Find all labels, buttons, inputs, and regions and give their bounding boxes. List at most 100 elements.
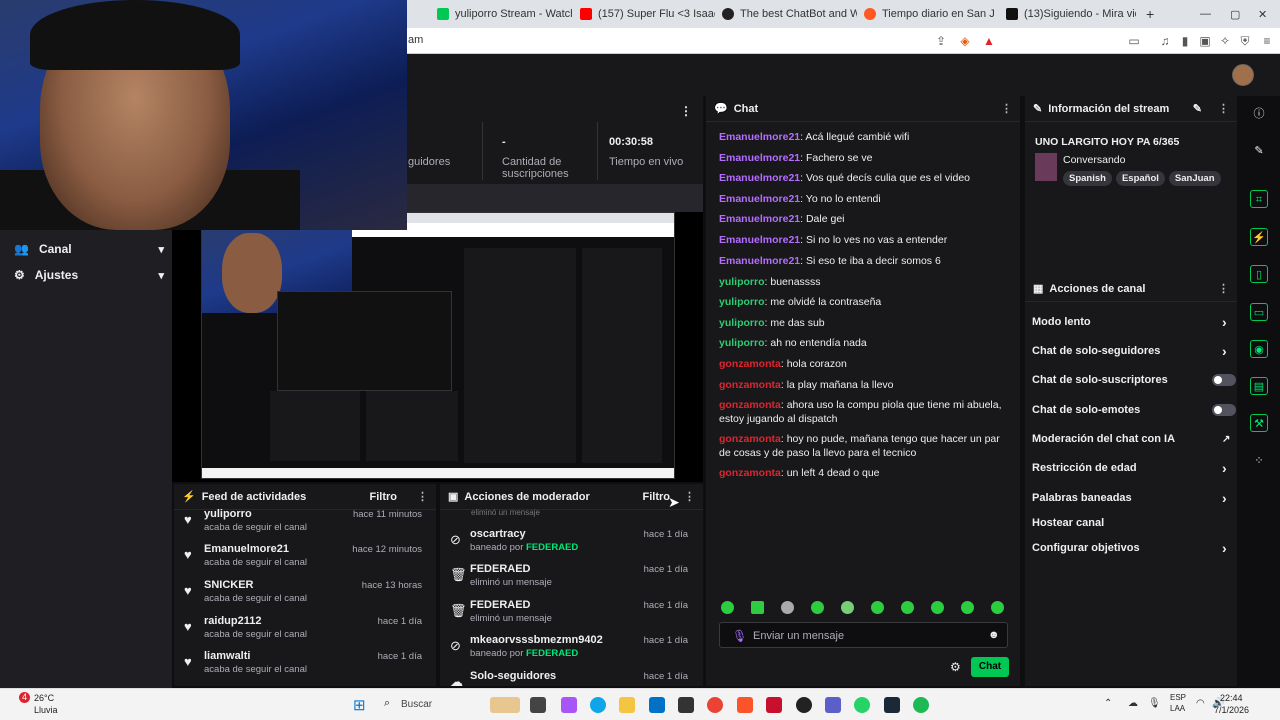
clock-date[interactable]: 7/1/2026 [1214,705,1249,715]
emote-icon[interactable] [871,601,884,614]
apps-icon[interactable]: ⁘ [1250,452,1268,470]
bolt-icon[interactable]: ⚡ [1250,228,1268,246]
windows-start-icon[interactable]: ⊞ [353,696,366,714]
chat-input[interactable]: 🎙 Enviar un mensaje ☻ [719,622,1008,648]
filezilla-icon[interactable] [766,697,782,713]
kebab-icon[interactable]: ⋮ [684,490,695,503]
chat-user[interactable]: gonzamonta [719,467,781,479]
chat-user[interactable]: yuliporro [719,337,765,349]
nav-ajustes[interactable]: ⚙ Ajustes ▾ [14,268,164,282]
chat-user[interactable]: gonzamonta [719,433,781,445]
action-banned-words[interactable]: Palabras baneadas › [1032,490,1232,506]
emote-icon[interactable] [721,601,734,614]
reader-icon[interactable]: ▭ [1127,34,1141,48]
outlook-icon[interactable] [649,697,665,713]
chat-user[interactable]: gonzamonta [719,379,781,391]
chevron-up-icon[interactable]: ⌃ [1104,698,1112,709]
copilot-icon[interactable] [561,697,577,713]
avatar[interactable] [1232,64,1254,86]
wrench-icon[interactable]: ⚒ [1250,414,1268,432]
settings-gear-icon[interactable]: ⚙ [950,660,961,674]
emote-icon[interactable] [901,601,914,614]
info-icon[interactable]: ⓘ [1250,105,1268,123]
obs-icon[interactable] [796,697,812,713]
whatsapp-icon[interactable] [854,697,870,713]
weather-desc[interactable]: Lluvia [34,705,58,715]
chat-user[interactable]: yuliporro [719,317,765,329]
tag[interactable]: Español [1115,171,1165,186]
emote-icon[interactable] [961,601,974,614]
chat-user[interactable]: Emanuelmore21 [719,131,800,143]
search-icon[interactable]: ⌕ [384,697,390,710]
action-age-restriction[interactable]: Restricción de edad › [1032,460,1232,476]
folder-icon[interactable] [619,697,635,713]
tab-tiktok[interactable]: (13)Siguiendo - Mira videos po [1006,4,1136,24]
chat-user[interactable]: yuliporro [719,296,765,308]
spotify-icon[interactable] [913,697,929,713]
feed-user[interactable]: SNICKER [204,579,254,591]
action-slow-mode[interactable]: Modo lento › [1032,314,1232,330]
cloud-icon[interactable]: ☁ [1128,698,1138,709]
tab-twitch[interactable]: yuliporro Stream - Watch Live [437,4,572,24]
chat-user[interactable]: Emanuelmore21 [719,255,800,267]
emote-icon[interactable] [811,601,824,614]
maximize-icon[interactable]: ▢ [1230,4,1242,24]
mod-target[interactable]: mkeaorvsssbmezmn9402 [470,634,603,646]
wifi-icon[interactable]: ◠ [1196,698,1205,709]
steam-icon[interactable] [884,697,900,713]
chat-user[interactable]: Emanuelmore21 [719,152,800,164]
new-tab-button[interactable]: + [1146,4,1160,24]
tab-weather[interactable]: Tiempo diario en San Juan, San [864,4,994,24]
wallet-icon[interactable]: ▣ [1198,34,1212,48]
clipboard-icon[interactable]: ▯ [1250,265,1268,283]
chat-user[interactable]: Emanuelmore21 [719,193,800,205]
pencil-icon[interactable]: ✎ [1250,142,1268,160]
brave-icon[interactable] [737,697,753,713]
kebab-icon[interactable]: ⋮ [680,104,692,118]
terminal-icon[interactable] [530,697,546,713]
emote-icon[interactable] [841,601,854,614]
weather-temp[interactable]: 26°C [34,693,54,703]
nav-canal[interactable]: 👥 Canal ▾ [14,242,164,256]
close-window-icon[interactable]: ✕ [1258,4,1270,24]
category-box-art[interactable] [1035,153,1057,181]
crop-icon[interactable]: ⌗ [1250,190,1268,208]
feed-user[interactable]: raidup2112 [204,615,261,627]
chat-user[interactable]: gonzamonta [719,399,781,411]
music-icon[interactable]: ♫ [1158,34,1172,48]
filter-button[interactable]: Filtro [643,491,671,503]
mod-target[interactable]: FEDERAED [470,563,531,575]
store-icon[interactable] [678,697,694,713]
tag[interactable]: SanJuan [1168,171,1221,186]
action-ai-moderation[interactable]: Moderación del chat con IA ↗ [1032,433,1232,445]
language-layout[interactable]: LAA [1170,704,1185,713]
category-name[interactable]: Conversando [1063,154,1125,166]
action-followers-only[interactable]: Chat de solo-seguidores › [1032,343,1232,359]
url-text[interactable]: am [408,34,423,46]
chat-icon[interactable]: ▭ [1250,303,1268,321]
feed-user[interactable]: yuliporro [204,508,252,520]
leo-icon[interactable]: ✧ [1218,34,1232,48]
menu-icon[interactable]: ≡ [1260,34,1274,48]
tab-chatbot[interactable]: The best ChatBot and Widgets [722,4,857,24]
mod-by[interactable]: FEDERAED [526,542,578,553]
edge-icon[interactable] [590,697,606,713]
teams-icon[interactable] [825,697,841,713]
kebab-icon[interactable]: ⋮ [1218,282,1229,295]
tag[interactable]: Spanish [1063,171,1112,186]
activity-icon[interactable]: ▤ [1250,377,1268,395]
emoji-icon[interactable]: ☻ [988,629,1000,641]
emote-only-toggle[interactable] [1212,404,1236,416]
chat-user[interactable]: yuliporro [719,276,765,288]
emote-icon[interactable] [991,601,1004,614]
send-chat-button[interactable]: Chat [971,657,1009,677]
brave-shield-icon[interactable]: ◈ [958,34,972,48]
mic-icon[interactable]: 🎙 [1148,698,1161,709]
emote-icon[interactable] [931,601,944,614]
taskbar-search[interactable]: Buscar [401,699,432,710]
chat-user[interactable]: Emanuelmore21 [719,213,800,225]
kebab-icon[interactable]: ⋮ [1001,102,1012,115]
action-goals[interactable]: Configurar objetivos › [1032,540,1232,556]
chat-user[interactable]: Emanuelmore21 [719,234,800,246]
share-icon[interactable]: ⇪ [934,34,948,48]
